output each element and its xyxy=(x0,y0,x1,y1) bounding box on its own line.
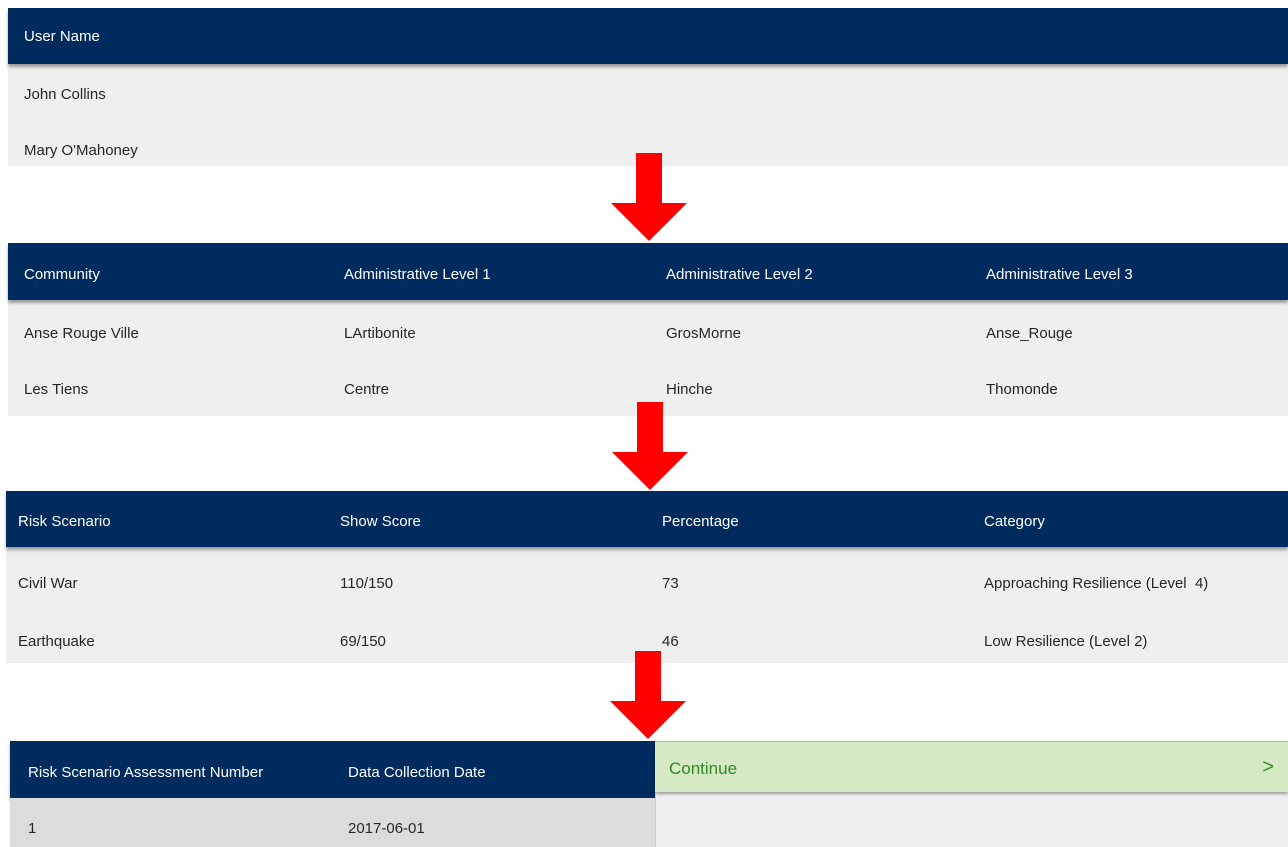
table-row[interactable]: 1 2017-06-01 xyxy=(10,798,655,847)
admin-level-2: GrosMorne xyxy=(666,325,742,342)
community-table: Community Administrative Level 1 Adminis… xyxy=(8,243,1288,416)
assessment-number: 1 xyxy=(28,820,37,837)
percentage: 46 xyxy=(662,633,679,650)
arrow-down-icon xyxy=(612,402,688,490)
continue-label: Continue xyxy=(669,759,738,778)
user-name: Mary O'Mahoney xyxy=(24,142,138,159)
column-header-user-name: User Name xyxy=(24,28,100,45)
risk-scenario: Civil War xyxy=(18,575,78,592)
risk-scenario-table: Risk Scenario Show Score Percentage Cate… xyxy=(6,491,1288,663)
category: Low Resilience (Level 2) xyxy=(984,633,1148,650)
admin-level-3: Anse_Rouge xyxy=(986,325,1073,342)
assessment-table: Risk Scenario Assessment Number Data Col… xyxy=(10,741,655,847)
column-header-percentage: Percentage xyxy=(662,513,739,530)
admin-level-1: LArtibonite xyxy=(344,325,416,342)
column-header-admin-level-1: Administrative Level 1 xyxy=(344,266,491,283)
arrow-down-icon xyxy=(610,651,686,739)
show-score: 69/150 xyxy=(340,633,386,650)
community-table-header: Community Administrative Level 1 Adminis… xyxy=(8,243,1288,300)
risk-scenario: Earthquake xyxy=(18,633,95,650)
community-name: Les Tiens xyxy=(24,381,89,398)
column-header-assessment-number: Risk Scenario Assessment Number xyxy=(28,764,264,781)
assessment-table-header: Risk Scenario Assessment Number Data Col… xyxy=(10,741,655,798)
column-header-risk-scenario: Risk Scenario xyxy=(18,513,111,530)
user-name: John Collins xyxy=(24,86,106,103)
column-header-category: Category xyxy=(984,513,1045,530)
percentage: 73 xyxy=(662,575,679,592)
column-header-data-collection-date: Data Collection Date xyxy=(348,764,486,781)
detail-area xyxy=(655,791,1288,847)
admin-level-2: Hinche xyxy=(666,381,713,398)
admin-level-3: Thomonde xyxy=(986,381,1058,398)
column-header-show-score: Show Score xyxy=(340,513,421,530)
continue-button[interactable]: Continue > xyxy=(655,741,1288,792)
column-header-admin-level-2: Administrative Level 2 xyxy=(666,266,813,283)
admin-level-1: Centre xyxy=(344,381,390,398)
user-list-header: User Name xyxy=(8,8,1288,64)
user-list-panel: User Name John Collins Mary O'Mahoney xyxy=(8,8,1288,166)
arrow-down-icon xyxy=(611,153,687,241)
show-score: 110/150 xyxy=(340,575,394,592)
column-header-admin-level-3: Administrative Level 3 xyxy=(986,266,1133,283)
category: Approaching Resilience (Level 4) xyxy=(984,575,1209,592)
column-header-community: Community xyxy=(24,266,100,283)
community-name: Anse Rouge Ville xyxy=(24,325,139,342)
chevron-right-icon: > xyxy=(1262,756,1274,778)
data-collection-date: 2017-06-01 xyxy=(348,820,425,837)
risk-scenario-header: Risk Scenario Show Score Percentage Cate… xyxy=(6,491,1288,547)
